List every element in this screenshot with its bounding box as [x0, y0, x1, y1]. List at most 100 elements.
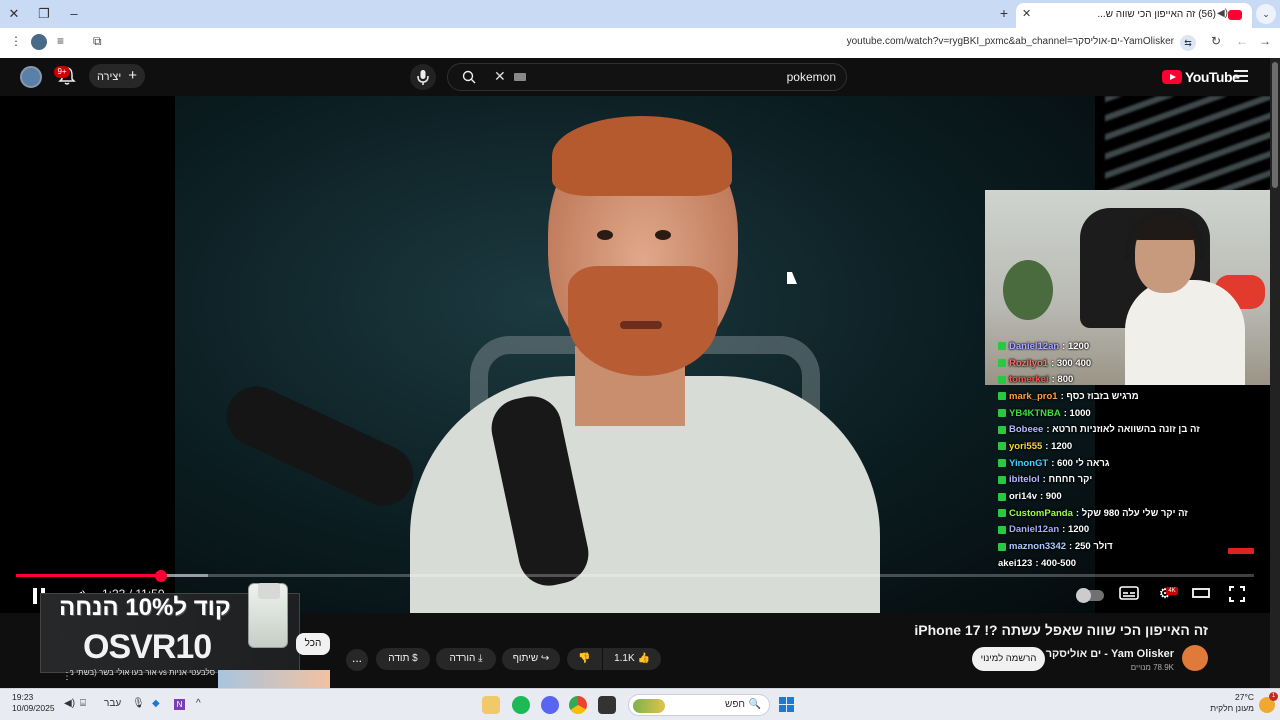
subscriber-count: 78.9K מנויים: [1130, 663, 1174, 672]
voice-search-button[interactable]: [410, 64, 436, 90]
theater-mode-icon[interactable]: [1190, 585, 1212, 605]
terminal-icon[interactable]: [598, 696, 616, 714]
presenter-eye-left: [597, 230, 613, 240]
weather-widget[interactable]: 27°C מעונן חלקית: [1210, 692, 1254, 714]
download-icon: ⤓: [478, 653, 483, 664]
tray-app-icon[interactable]: ◆: [152, 698, 160, 709]
chat-username: tomerkei: [1009, 374, 1049, 386]
chat-text: : 1200: [1062, 524, 1090, 536]
guide-menu-icon[interactable]: [1234, 70, 1248, 82]
extensions-icon[interactable]: ⧉: [93, 34, 102, 49]
chat-text: : 800: [1051, 374, 1074, 386]
tab-search-icon[interactable]: ⌄: [1256, 4, 1276, 24]
filter-chip-all[interactable]: הכל: [296, 633, 330, 655]
chrome-icon[interactable]: [569, 696, 587, 714]
chat-message: yori555: 1200: [998, 438, 1270, 455]
promo-code: OSVR10: [83, 628, 212, 666]
create-button[interactable]: יצירה +: [89, 64, 145, 88]
share-button[interactable]: שיתוף ↪: [502, 648, 560, 670]
spotify-icon[interactable]: [512, 696, 530, 714]
thanks-button[interactable]: תודה $: [376, 648, 430, 670]
chat-text: : 300 400: [1051, 357, 1092, 369]
share-arrow-icon: ↪: [540, 653, 550, 664]
youtube-logo[interactable]: YouTube: [1162, 67, 1240, 87]
logo-text: YouTube: [1185, 69, 1240, 85]
recommended-menu-icon[interactable]: ⋮: [62, 671, 72, 682]
chat-message: YinonGT: גראה לי 600: [998, 455, 1270, 472]
profile-avatar-icon[interactable]: [31, 34, 47, 50]
forward-icon[interactable]: ←: [1236, 34, 1248, 48]
search-input[interactable]: ✕ pokemon: [447, 63, 847, 91]
scrollbar-thumb[interactable]: [1272, 62, 1278, 188]
microphone-icon: [417, 70, 429, 85]
progress-scrubber[interactable]: [155, 570, 167, 582]
account-avatar[interactable]: [20, 66, 42, 88]
download-label: הורדה: [449, 653, 476, 664]
create-label: יצירה: [96, 71, 122, 83]
browser-tab-active[interactable]: ◀) (56) זה האייפון הכי שווה ש... ✕: [1016, 3, 1252, 28]
site-settings-icon[interactable]: ⇆: [1180, 35, 1196, 51]
url-text[interactable]: youtube.com/watch?v=rygBKI_pxmc&ab_chann…: [847, 36, 1174, 47]
tab-title: (56) זה האייפון הכי שווה ש...: [1097, 9, 1216, 20]
taskbar-clock[interactable]: 19:23 10/09/2025: [12, 692, 55, 714]
close-tab-icon[interactable]: ✕: [1022, 7, 1031, 20]
chat-badge-icon: [998, 475, 1006, 484]
search-highlight-art: [633, 699, 665, 713]
speaker-icon[interactable]: ◀): [64, 698, 75, 709]
media-control-icon[interactable]: ≡: [57, 34, 64, 48]
chat-text: : גראה לי 600: [1051, 457, 1110, 469]
autoplay-toggle[interactable]: [1076, 588, 1104, 603]
search-icon[interactable]: [462, 70, 476, 84]
fullscreen-icon[interactable]: [1226, 585, 1248, 605]
keyboard-icon[interactable]: [514, 73, 526, 81]
chat-text: : 1000: [1063, 407, 1091, 419]
subtitles-icon[interactable]: [1118, 585, 1140, 605]
thumbs-down-icon: 👎: [578, 653, 591, 664]
chat-badge-icon: [998, 359, 1006, 368]
address-bar[interactable]: youtube.com/watch?v=rygBKI_pxmc&ab_chann…: [112, 31, 1202, 55]
taskbar-app-icon[interactable]: [482, 696, 500, 714]
network-icon[interactable]: ⌸: [80, 698, 86, 709]
chat-message: Daniel12an: 1200: [998, 522, 1270, 539]
minimize-window-icon[interactable]: –: [64, 4, 84, 24]
more-actions-button[interactable]: ...: [346, 649, 368, 671]
language-indicator[interactable]: עבר: [104, 698, 121, 709]
progress-played: [16, 574, 161, 577]
reload-icon[interactable]: ↻: [1211, 34, 1221, 48]
new-tab-button[interactable]: +: [1000, 5, 1008, 21]
chat-badge-icon: [998, 442, 1006, 451]
youtube-favicon-icon: [1228, 10, 1242, 20]
clear-search-icon[interactable]: ✕: [494, 68, 506, 85]
discord-icon[interactable]: [541, 696, 559, 714]
restore-window-icon[interactable]: ❐: [34, 4, 54, 24]
recommended-thumbnail[interactable]: [218, 670, 330, 688]
audio-playing-icon[interactable]: ◀): [1217, 8, 1228, 19]
like-button[interactable]: 1.1K 👍: [603, 648, 661, 670]
subscribe-button[interactable]: הרשמה למינוי: [972, 647, 1045, 671]
video-player[interactable]: Daniel12an: 1200 Rozilyo1: 300 400 tomerke…: [0, 96, 1270, 613]
youtube-play-logo-icon: [1162, 70, 1182, 84]
download-button[interactable]: הורדה ⤓: [436, 648, 496, 670]
weather-desc: מעונן חלקית: [1210, 703, 1254, 713]
close-window-icon[interactable]: ✕: [4, 4, 24, 24]
dollar-heart-icon: $: [412, 653, 418, 664]
search-query[interactable]: pokemon: [787, 70, 836, 84]
show-hidden-icons-icon[interactable]: ^: [196, 698, 201, 709]
windows-start-icon[interactable]: [779, 697, 795, 713]
chat-message: akei123: 400-500: [998, 555, 1270, 572]
menu-dots-icon[interactable]: ⋮: [10, 34, 22, 48]
recommended-title[interactable]: סלבעטי אניות vs אור בעו אולי בשר (בשתי מ…: [70, 668, 215, 677]
chat-badge-icon: [998, 342, 1006, 351]
dislike-button[interactable]: 👎: [567, 648, 602, 670]
onenote-icon[interactable]: N: [174, 699, 185, 710]
chat-message: Bobeee: זה בן זונה בהשוואה לאוזניות חרטא: [998, 421, 1270, 438]
back-icon[interactable]: →: [1259, 34, 1271, 48]
taskbar-search[interactable]: חפש 🔍: [628, 694, 770, 716]
weather-temp: 27°C: [1235, 692, 1254, 702]
channel-avatar[interactable]: [1182, 645, 1208, 671]
tray-mic-icon[interactable]: 🎙: [132, 698, 145, 709]
chat-username: YinonGT: [1009, 457, 1049, 469]
browser-tab-strip: ✕ ❐ – + ◀) (56) זה האייפון הכי שווה ש...…: [0, 0, 1280, 28]
channel-name[interactable]: Yam Olisker - ים אוליסקר: [1046, 648, 1174, 660]
chat-badge-icon: [998, 375, 1006, 384]
